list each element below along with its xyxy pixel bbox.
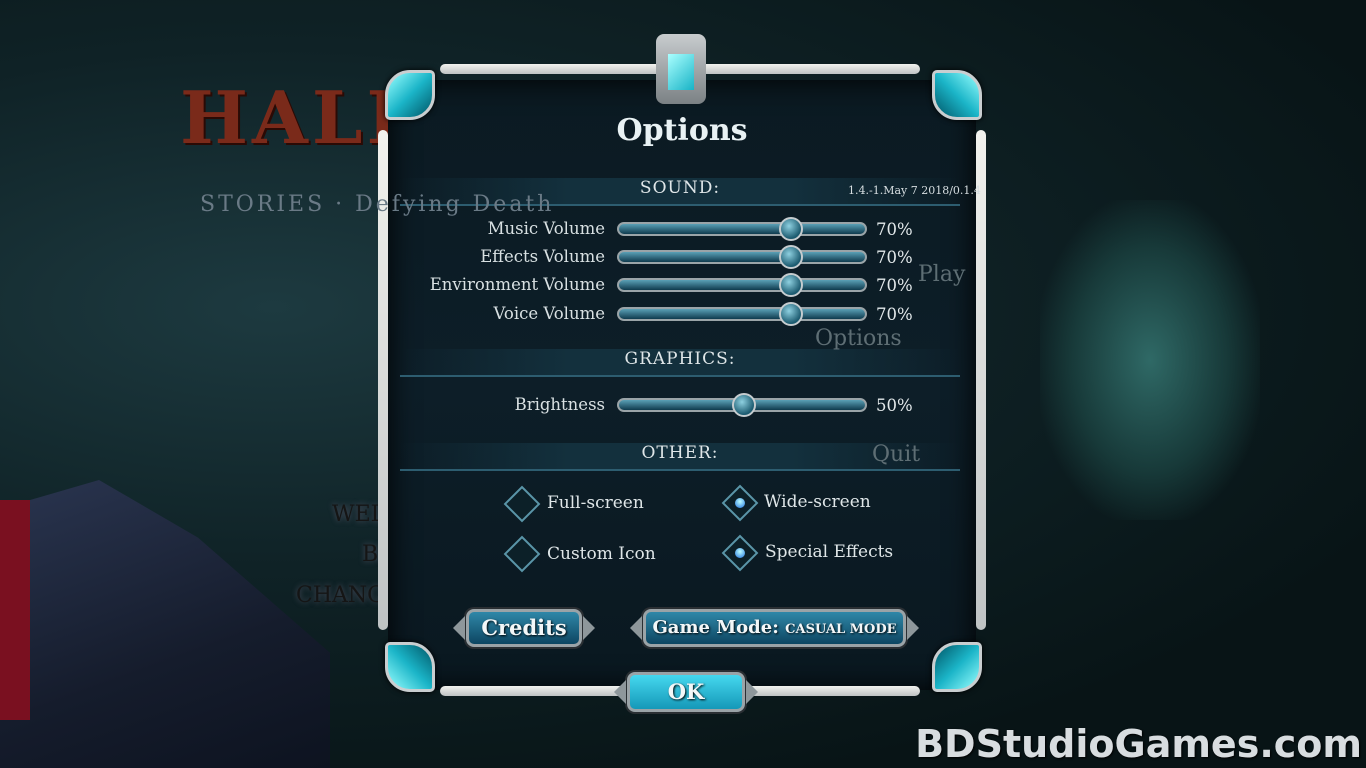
corner-gem: [385, 642, 435, 692]
widescreen-label: Wide-screen: [764, 492, 871, 512]
credits-label: Credits: [481, 615, 567, 640]
ok-button[interactable]: OK: [614, 672, 758, 712]
effects-volume-value: 70%: [876, 248, 913, 267]
brightness-value: 50%: [876, 396, 913, 415]
menu-options: Options: [815, 326, 902, 351]
menu-play: Play: [918, 262, 966, 287]
game-logo-subtitle: STORIES · Defying Death: [200, 192, 555, 217]
lantern-glow: [1040, 200, 1260, 520]
ok-label: OK: [667, 679, 705, 704]
voice-volume-slider-thumb[interactable]: [778, 302, 803, 326]
frame-bone-right: [976, 130, 986, 630]
brightness-label: Brightness: [514, 395, 605, 414]
fullscreen-label: Full-screen: [547, 493, 644, 513]
credits-button[interactable]: Credits: [453, 609, 595, 647]
environment-volume-slider-thumb[interactable]: [778, 273, 803, 297]
brightness-slider-thumb[interactable]: [732, 393, 756, 417]
music-volume-value: 70%: [876, 220, 913, 239]
lantern-ornament: [656, 34, 706, 104]
environment-volume-label: Environment Volume: [429, 275, 605, 294]
options-dialog: [388, 80, 976, 690]
game-mode-button[interactable]: Game Mode: CASUAL MODE: [630, 609, 919, 647]
corner-gem: [932, 642, 982, 692]
music-volume-slider[interactable]: [617, 217, 867, 241]
voice-volume-label: Voice Volume: [493, 304, 605, 323]
environment-volume-value: 70%: [876, 276, 913, 295]
version-text: 1.4.-1.May 7 2018/0.1.4: [848, 184, 981, 197]
voice-volume-value: 70%: [876, 305, 913, 324]
voice-volume-slider[interactable]: [617, 302, 867, 326]
music-volume-slider-thumb[interactable]: [778, 217, 803, 241]
section-graphics: GRAPHICS:: [400, 349, 960, 377]
crystal-rocks: [0, 480, 330, 768]
brightness-slider[interactable]: [617, 393, 867, 417]
game-mode-label: Game Mode:: [652, 617, 779, 638]
game-mode-value: CASUAL MODE: [785, 622, 897, 637]
watermark: BDStudioGames.com: [915, 722, 1362, 766]
special-effects-label: Special Effects: [765, 542, 894, 562]
effects-volume-slider-thumb[interactable]: [778, 245, 803, 269]
red-crystal: [0, 500, 30, 720]
menu-quit: Quit: [872, 442, 921, 467]
custom-icon-label: Custom Icon: [547, 544, 656, 564]
effects-volume-label: Effects Volume: [480, 247, 605, 266]
environment-volume-slider[interactable]: [617, 273, 867, 297]
music-volume-label: Music Volume: [487, 219, 605, 238]
dialog-title: Options: [616, 113, 748, 148]
effects-volume-slider[interactable]: [617, 245, 867, 269]
